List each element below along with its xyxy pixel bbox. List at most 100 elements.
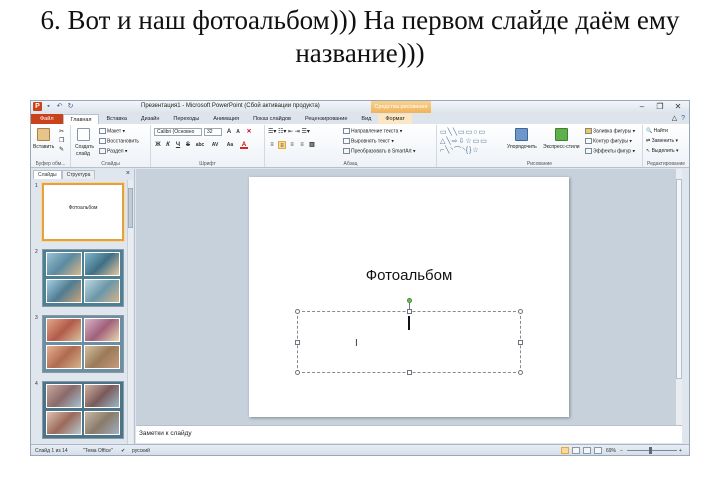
reset-button[interactable]: Восстановить (99, 138, 139, 144)
resize-handle-s[interactable] (407, 370, 412, 375)
italic-button[interactable]: К (164, 141, 172, 149)
new-slide-icon[interactable] (77, 128, 90, 141)
notes-pane[interactable]: Заметки к слайду (136, 425, 682, 443)
close-button[interactable]: ✕ (669, 101, 687, 112)
undo-icon[interactable]: ↶ (55, 102, 64, 111)
align-left-button[interactable]: ≡ (268, 141, 276, 149)
save-icon[interactable]: ▪ (44, 102, 53, 111)
subtitle-placeholder[interactable]: I (295, 298, 523, 375)
new-slide-button[interactable]: Создать (75, 144, 94, 150)
shadow-button[interactable]: abc (194, 141, 206, 149)
align-center-button[interactable]: ≡ (278, 141, 286, 149)
redo-icon[interactable]: ↻ (66, 102, 75, 111)
powerpoint-logo-icon[interactable]: P (33, 102, 42, 111)
replace-button[interactable]: ⇄ Заменить ▾ (646, 138, 678, 144)
help-icon[interactable]: ? (681, 114, 685, 124)
copy-icon[interactable]: ❐ (59, 137, 64, 144)
resize-handle-sw[interactable] (295, 370, 300, 375)
font-size-box[interactable]: 32 (204, 128, 222, 136)
maximize-button[interactable]: ❐ (651, 101, 669, 112)
slide-canvas[interactable]: Фотоальбом I (249, 177, 569, 417)
shape-effects-icon (585, 148, 592, 154)
case-button[interactable]: Aa (224, 141, 236, 149)
minimize-ribbon-icon[interactable]: △ (672, 114, 677, 124)
strikethrough-button[interactable]: S (184, 141, 192, 149)
bold-button[interactable]: Ж (154, 141, 162, 149)
arrange-icon[interactable] (515, 128, 528, 141)
panel-scrollbar[interactable] (127, 180, 133, 445)
tab-file[interactable]: Файл (31, 114, 63, 124)
tab-format[interactable]: Формат (378, 114, 412, 124)
paste-icon[interactable] (37, 128, 50, 141)
slide-thumbnail[interactable] (42, 315, 124, 373)
slideshow-view-button[interactable] (594, 447, 602, 454)
smartart-button[interactable]: Преобразовать в SmartArt ▾ (343, 148, 416, 154)
underline-button[interactable]: Ч (174, 141, 182, 149)
tab-slideshow[interactable]: Показ слайдов (246, 114, 298, 124)
select-button[interactable]: ↖ Выделить ▾ (646, 148, 679, 154)
paste-button[interactable]: Вставить (33, 144, 54, 150)
resize-handle-e[interactable] (518, 340, 523, 345)
panel-scroll-thumb[interactable] (128, 188, 133, 228)
section-button[interactable]: Раздел ▾ (99, 148, 127, 154)
shape-fill-button[interactable]: Заливка фигуры ▾ (585, 128, 635, 134)
align-text-button[interactable]: Выровнять текст ▾ (343, 138, 394, 144)
reading-view-button[interactable] (583, 447, 591, 454)
zoom-in-icon[interactable]: + (679, 448, 682, 454)
text-direction-button[interactable]: Направление текста ▾ (343, 128, 402, 134)
layout-button[interactable]: Макет ▾ (99, 128, 125, 134)
resize-handle-nw[interactable] (295, 309, 300, 314)
resize-handle-w[interactable] (295, 340, 300, 345)
slide-scroll-thumb[interactable] (676, 179, 682, 379)
justify-button[interactable]: ≡ (298, 141, 306, 149)
quick-styles-button[interactable]: Экспресс-стили (543, 144, 580, 150)
spellcheck-icon[interactable]: ✔ (121, 448, 125, 454)
find-button[interactable]: 🔍 Найти (646, 128, 668, 134)
slide-thumbnail[interactable]: Фотоальбом (42, 183, 124, 241)
tab-outline[interactable]: Структура (61, 170, 96, 179)
zoom-slider-knob[interactable] (649, 447, 652, 454)
resize-handle-n[interactable] (407, 309, 412, 314)
tab-review[interactable]: Рецензирование (298, 114, 354, 124)
tab-insert[interactable]: Вставка (99, 114, 133, 124)
resize-handle-se[interactable] (518, 370, 523, 375)
font-name-box[interactable]: Calibri (Основно (154, 128, 202, 136)
tab-design[interactable]: Дизайн (134, 114, 167, 124)
tab-view[interactable]: Вид (354, 114, 378, 124)
rotate-handle[interactable] (407, 298, 412, 303)
slide-thumbnail[interactable] (42, 249, 124, 307)
format-painter-icon[interactable]: ✎ (59, 146, 64, 153)
minimize-button[interactable]: – (633, 101, 651, 112)
cut-icon[interactable]: ✂ (59, 128, 64, 135)
align-right-button[interactable]: ≡ (288, 141, 296, 149)
arrange-button[interactable]: Упорядочить (507, 144, 537, 150)
tab-slides[interactable]: Слайды (33, 170, 62, 179)
zoom-slider[interactable] (627, 447, 677, 454)
slide-title[interactable]: Фотоальбом (249, 267, 569, 284)
language-indicator[interactable]: русский (132, 448, 150, 454)
clear-format-icon[interactable]: ✕ (245, 128, 253, 136)
tab-transitions[interactable]: Переходы (166, 114, 206, 124)
quick-styles-icon[interactable] (555, 128, 568, 141)
columns-button[interactable]: ▥ (308, 141, 316, 149)
shape-effects-button[interactable]: Эффекты фигур ▾ (585, 148, 635, 154)
theme-name[interactable]: "Тема Office" (83, 448, 113, 454)
shrink-font-icon[interactable]: A (234, 128, 242, 136)
panel-close-icon[interactable]: × (126, 170, 130, 177)
tab-home[interactable]: Главная (62, 114, 100, 124)
spacing-button[interactable]: AV (209, 141, 221, 149)
normal-view-button[interactable] (561, 447, 569, 454)
thumbnail-number: 1 (35, 183, 38, 189)
grow-font-icon[interactable]: A (225, 128, 233, 136)
font-color-button[interactable]: A (240, 141, 248, 149)
tab-animation[interactable]: Анимация (206, 114, 246, 124)
zoom-level[interactable]: 69% (606, 448, 616, 454)
zoom-out-icon[interactable]: – (620, 448, 623, 454)
sorter-view-button[interactable] (572, 447, 580, 454)
resize-handle-ne[interactable] (518, 309, 523, 314)
shapes-gallery[interactable]: ▭╲╲▭▭○▭ △╲⇨⇩☆▭▭ ⌐╲◝⌒◝{}☆ (440, 128, 504, 156)
slide-thumbnail[interactable] (42, 381, 124, 439)
shape-outline-button[interactable]: Контур фигуры ▾ (585, 138, 632, 144)
bullets-icon[interactable]: ☰▾ ☷▾ ⇤ ⇥ ☰▾ (268, 128, 310, 135)
slide-scrollbar[interactable] (675, 169, 682, 425)
